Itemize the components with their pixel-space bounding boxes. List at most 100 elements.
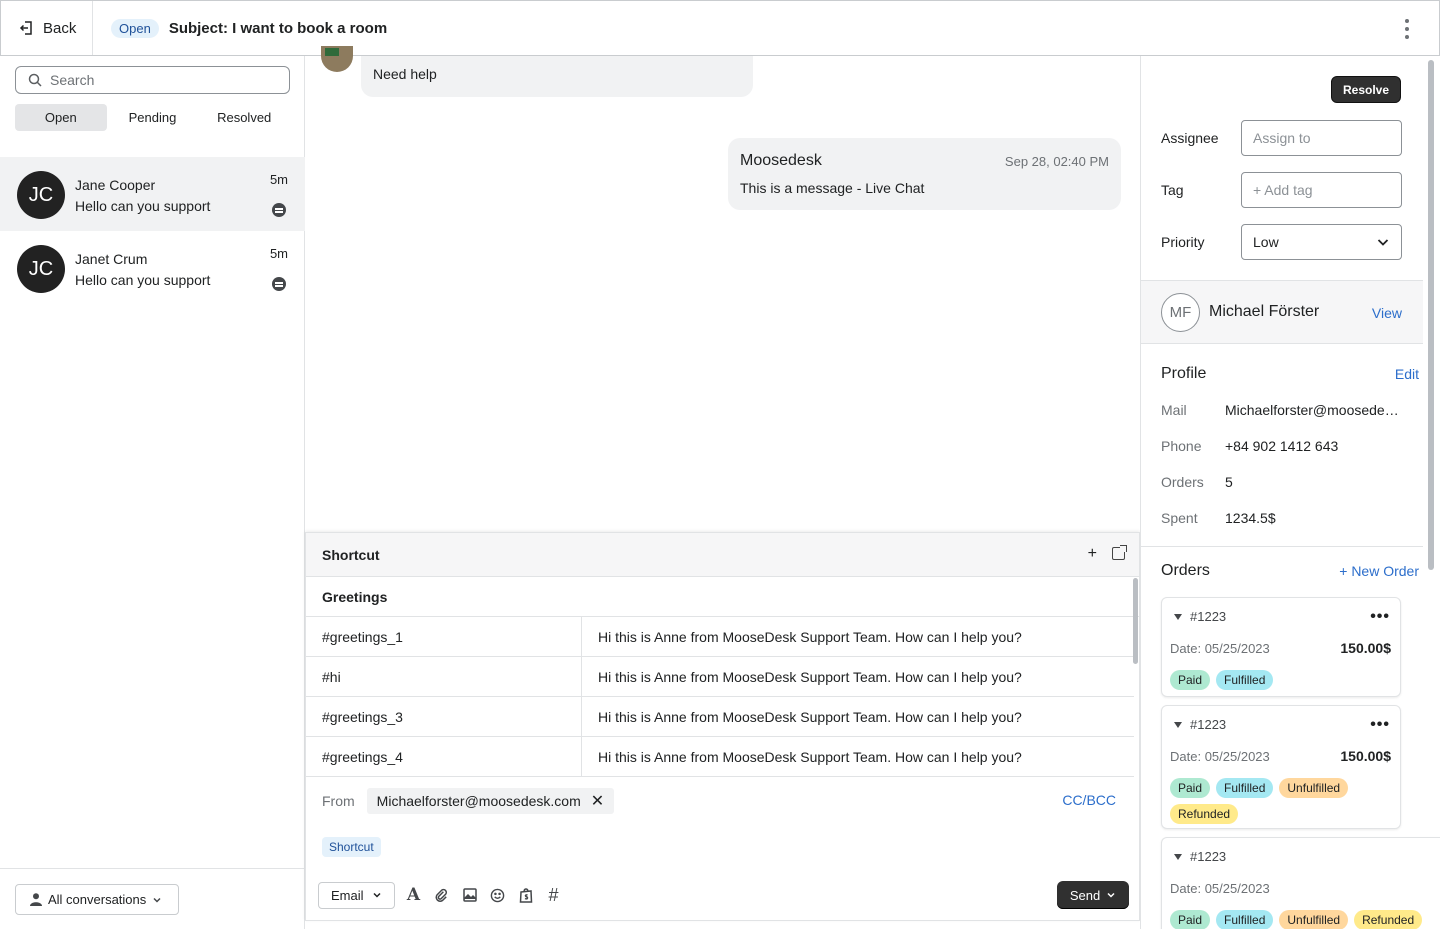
profile-spent: 1234.5$ — [1225, 510, 1276, 526]
paid-badge: Paid — [1170, 778, 1211, 798]
profile-mail: Michaelforster@moosedesk.com — [1225, 402, 1403, 418]
shortcut-row[interactable]: #greetings_4 Hi this is Anne from MooseD… — [306, 737, 1134, 777]
profile-key: Orders — [1161, 474, 1204, 490]
order-amount: 150.00$ — [1340, 640, 1391, 656]
view-customer-link[interactable]: View — [1372, 305, 1402, 321]
ticket-details-panel: Resolve Assignee Tag Priority Low MF Mic… — [1140, 56, 1440, 929]
shortcut-key: #greetings_1 — [306, 617, 582, 656]
order-card: #1223 ••• Date: 05/25/2023 150.00$ Paid … — [1161, 597, 1401, 697]
attachment-icon[interactable] — [433, 886, 451, 904]
profile-phone: +84 902 1412 643 — [1225, 438, 1339, 454]
more-options-icon[interactable]: ••• — [1370, 608, 1390, 626]
refunded-badge: Refunded — [1170, 804, 1239, 824]
unfulfilled-badge: Unfulfilled — [1279, 778, 1349, 798]
new-order-link[interactable]: + New Order — [1339, 563, 1419, 579]
assignee-field[interactable] — [1241, 120, 1402, 156]
collapse-icon[interactable] — [1174, 853, 1182, 860]
sidebar-footer: All conversations — [0, 868, 305, 929]
hashtag-icon[interactable]: # — [545, 885, 563, 905]
shortcut-row[interactable]: #greetings_1 Hi this is Anne from MooseD… — [306, 617, 1134, 657]
reply-composer: Shortcut + Greetings #greetings_1 Hi thi… — [305, 532, 1140, 921]
channel-dropdown[interactable]: Email — [318, 881, 395, 909]
order-date-label: Date: — [1170, 749, 1202, 764]
shortcut-tag[interactable]: Shortcut — [322, 837, 381, 857]
shortcut-scrollbar[interactable] — [1133, 578, 1138, 664]
conversation-preview: Hello can you support — [75, 272, 211, 288]
priority-label: Priority — [1161, 234, 1205, 250]
order-date: Date: 05/25/2023 — [1170, 881, 1270, 896]
order-card: #1223 ••• Date: 05/25/2023 150.00$ Paid … — [1161, 705, 1401, 829]
profile-key: Phone — [1161, 438, 1202, 454]
order-badges: Paid Fulfilled Unfulfilled Refunded — [1170, 778, 1400, 824]
message-body: This is a message - Live Chat — [740, 180, 925, 196]
collapse-icon[interactable] — [1174, 721, 1182, 728]
chevron-down-icon — [153, 897, 161, 903]
shortcut-key: #greetings_4 — [306, 737, 582, 776]
conversation-list-panel: Open Pending Resolved JC Jane Cooper Hel… — [0, 56, 305, 929]
composer-toolbar: Email A # — [318, 881, 563, 909]
tab-pending[interactable]: Pending — [107, 104, 199, 131]
search-icon — [28, 73, 42, 87]
order-number: #1223 — [1190, 609, 1227, 624]
more-options-icon[interactable] — [1399, 19, 1415, 39]
priority-select[interactable]: Low — [1241, 224, 1402, 260]
paid-badge: Paid — [1170, 670, 1211, 690]
order-badges: Paid Fulfilled Unfulfilled Refunded — [1170, 910, 1440, 929]
profile-orders: 5 — [1225, 474, 1233, 490]
send-button[interactable]: Send — [1057, 881, 1129, 909]
order-date-value: 05/25/2023 — [1204, 641, 1270, 656]
shortcut-row[interactable]: #greetings_3 Hi this is Anne from MooseD… — [306, 697, 1134, 737]
order-date-value: 05/25/2023 — [1204, 881, 1270, 896]
order-id: #1223 — [1174, 717, 1226, 732]
emoji-icon[interactable] — [489, 886, 507, 904]
search-input[interactable] — [50, 72, 270, 88]
conversation-filter-dropdown[interactable]: All conversations — [15, 884, 179, 915]
shortcut-group-title: Greetings — [306, 577, 1139, 617]
order-date-label: Date: — [1170, 641, 1202, 656]
conversation-time: 5m — [269, 172, 288, 187]
shortcut-row[interactable]: #hi Hi this is Anne from MooseDesk Suppo… — [306, 657, 1134, 697]
assignee-label: Assignee — [1161, 130, 1219, 146]
chevron-down-icon — [372, 892, 381, 898]
shortcut-panel-title: Shortcut — [322, 546, 380, 563]
more-options-icon[interactable]: ••• — [1370, 716, 1390, 734]
cc-bcc-link[interactable]: CC/BCC — [1062, 792, 1116, 808]
profile-title: Profile — [1161, 365, 1207, 382]
outgoing-message: Moosedesk Sep 28, 02:40 PM This is a mes… — [728, 138, 1121, 210]
tab-open[interactable]: Open — [15, 104, 107, 131]
profile-key: Spent — [1161, 510, 1198, 526]
external-link-icon[interactable] — [1112, 545, 1127, 560]
top-bar: Back Open Subject: I want to book a room — [0, 0, 1440, 56]
search-box[interactable] — [15, 66, 290, 94]
resolve-button[interactable]: Resolve — [1331, 76, 1401, 103]
order-number: #1223 — [1190, 849, 1227, 864]
shortcut-key: #greetings_3 — [306, 697, 582, 736]
shortcut-text: Hi this is Anne from MooseDesk Support T… — [598, 628, 1022, 645]
assignee-input[interactable] — [1253, 130, 1383, 146]
shortcut-text: Hi this is Anne from MooseDesk Support T… — [598, 748, 1022, 765]
close-icon[interactable]: ✕ — [591, 791, 604, 811]
conversation-item[interactable]: JC Jane Cooper Hello can you support 5m — [0, 157, 305, 231]
from-email-chip: Michaelforster@moosedesk.com ✕ — [366, 788, 615, 814]
customer-card: MF Michael Förster View — [1141, 280, 1423, 344]
collapse-icon[interactable] — [1174, 613, 1182, 620]
orders-title: Orders — [1161, 562, 1210, 579]
details-scrollbar[interactable] — [1428, 60, 1434, 570]
back-button[interactable]: Back — [1, 1, 93, 55]
text-format-icon[interactable]: A — [405, 885, 423, 905]
chevron-down-icon — [1107, 892, 1115, 898]
add-shortcut-icon[interactable]: + — [1088, 545, 1097, 563]
tag-field[interactable] — [1241, 172, 1402, 208]
tag-input[interactable] — [1253, 182, 1383, 198]
tag-label: Tag — [1161, 182, 1184, 198]
conversation-item[interactable]: JC Janet Crum Hello can you support 5m — [0, 231, 305, 305]
order-card: #1223 Date: 05/25/2023 15 Paid Fulfilled… — [1161, 837, 1440, 929]
edit-profile-link[interactable]: Edit — [1395, 366, 1419, 382]
tab-resolved[interactable]: Resolved — [198, 104, 290, 131]
order-date-label: Date: — [1170, 881, 1202, 896]
shortcut-panel-header: Shortcut + — [306, 533, 1139, 577]
chat-bubble-icon — [272, 277, 286, 291]
shopify-icon[interactable] — [517, 886, 535, 904]
ticket-subject: Subject: I want to book a room — [168, 19, 388, 37]
image-icon[interactable] — [461, 886, 479, 904]
